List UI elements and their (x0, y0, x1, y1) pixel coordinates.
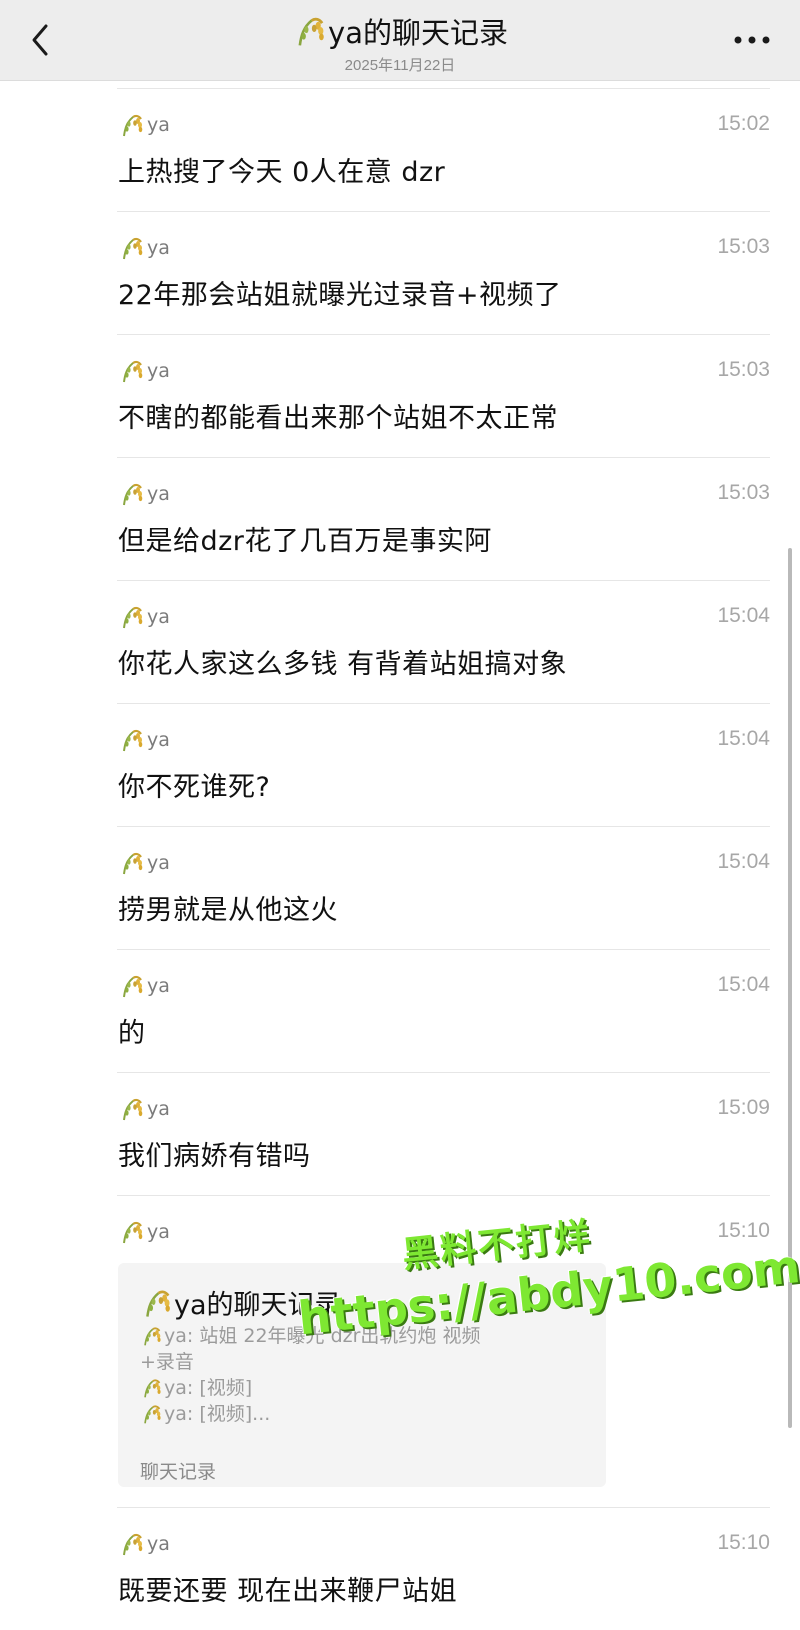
message-time: 15:04 (717, 973, 770, 996)
message-time: 15:04 (717, 727, 770, 750)
rice-icon (118, 235, 144, 261)
sender-name: ya (147, 729, 170, 751)
message-time: 15:04 (717, 850, 770, 873)
rice-icon (292, 14, 326, 48)
card-preview-line: +录音 (140, 1351, 194, 1373)
sender-name: ya (147, 1533, 170, 1555)
page-title: ya的聊天记录 (328, 16, 508, 50)
rice-icon (140, 1403, 162, 1425)
rice-icon (118, 358, 144, 384)
rice-icon (118, 481, 144, 507)
message-text: 你不死谁死? (118, 772, 271, 803)
rice-icon (140, 1287, 172, 1319)
message-item[interactable]: ya 15:03 但是给dzr花了几百万是事实阿 (0, 457, 800, 580)
rice-icon (118, 1096, 144, 1122)
chat-header: ya的聊天记录 2025年11月22日 (0, 0, 800, 81)
message-text: 我们病娇有错吗 (118, 1141, 311, 1172)
message-text: 的 (118, 1018, 146, 1049)
message-time: 15:03 (717, 481, 770, 504)
message-time: 15:03 (717, 358, 770, 381)
message-item[interactable]: ya 15:04 的 (0, 949, 800, 1072)
message-time: 15:10 (717, 1531, 770, 1554)
chat-record-message[interactable]: ya 15:10 ya的聊天记录 ya: 站姐 22年曝光 dzr出轨约炮 视频… (0, 1195, 800, 1507)
more-icon[interactable] (732, 34, 772, 46)
message-text: 捞男就是从他这火 (118, 895, 338, 926)
card-preview: ya: 站姐 22年曝光 dzr出轨约炮 视频 +录音 ya: [视频] ya:… (140, 1323, 560, 1427)
rice-icon (118, 1531, 144, 1557)
rice-icon (118, 1219, 144, 1245)
message-item[interactable]: ya 15:04 捞男就是从他这火 (0, 826, 800, 949)
card-preview-line: ya: [视频] (164, 1377, 253, 1399)
sender-name: ya (147, 606, 170, 628)
rice-icon (118, 850, 144, 876)
card-preview-line: ya: [视频]... (164, 1403, 271, 1425)
card-footer-label: 聊天记录 (140, 1461, 217, 1483)
chat-record-card[interactable]: ya的聊天记录 ya: 站姐 22年曝光 dzr出轨约炮 视频 +录音 ya: … (118, 1263, 606, 1487)
message-time: 15:04 (717, 604, 770, 627)
message-item[interactable]: ya 15:04 你不死谁死? (0, 703, 800, 826)
sender-name: ya (147, 114, 170, 136)
message-text: 不瞎的都能看出来那个站姐不太正常 (118, 403, 558, 434)
sender-name: ya (147, 1098, 170, 1120)
sender-name: ya (147, 1221, 170, 1243)
message-time: 15:10 (717, 1219, 770, 1242)
card-preview-line: ya: 站姐 22年曝光 dzr出轨约炮 视频 (164, 1325, 481, 1347)
rice-icon (140, 1377, 162, 1399)
message-item[interactable]: ya 15:03 22年那会站姐就曝光过录音+视频了 (0, 211, 800, 334)
message-list: ya 15:02 上热搜了今天 0人在意 dzr ya 15:03 22年那会站… (0, 88, 800, 1630)
message-item[interactable]: ya 15:10 既要还要 现在出来鞭尸站姐 (0, 1507, 800, 1630)
message-item[interactable]: ya 15:03 不瞎的都能看出来那个站姐不太正常 (0, 334, 800, 457)
message-time: 15:09 (717, 1096, 770, 1119)
message-text: 上热搜了今天 0人在意 dzr (118, 157, 446, 188)
sender-name: ya (147, 483, 170, 505)
chat-date: 2025年11月22日 (344, 57, 456, 74)
rice-icon (118, 727, 144, 753)
message-text: 但是给dzr花了几百万是事实阿 (118, 526, 492, 557)
message-item[interactable]: ya 15:02 上热搜了今天 0人在意 dzr (0, 88, 800, 211)
sender-name: ya (147, 852, 170, 874)
rice-icon (140, 1325, 162, 1347)
rice-icon (118, 973, 144, 999)
header-title-block: ya的聊天记录 2025年11月22日 (0, 10, 800, 75)
message-item[interactable]: ya 15:09 我们病娇有错吗 (0, 1072, 800, 1195)
rice-icon (118, 604, 144, 630)
card-title: ya的聊天记录 (174, 1290, 342, 1321)
rice-icon (118, 112, 144, 138)
message-text: 22年那会站姐就曝光过录音+视频了 (118, 280, 562, 311)
message-time: 15:03 (717, 235, 770, 258)
sender-name: ya (147, 237, 170, 259)
message-time: 15:02 (717, 112, 770, 135)
sender-name: ya (147, 360, 170, 382)
sender-name: ya (147, 975, 170, 997)
message-text: 你花人家这么多钱 有背着站姐搞对象 (118, 649, 568, 680)
message-item[interactable]: ya 15:04 你花人家这么多钱 有背着站姐搞对象 (0, 580, 800, 703)
message-text: 既要还要 现在出来鞭尸站姐 (118, 1576, 458, 1607)
